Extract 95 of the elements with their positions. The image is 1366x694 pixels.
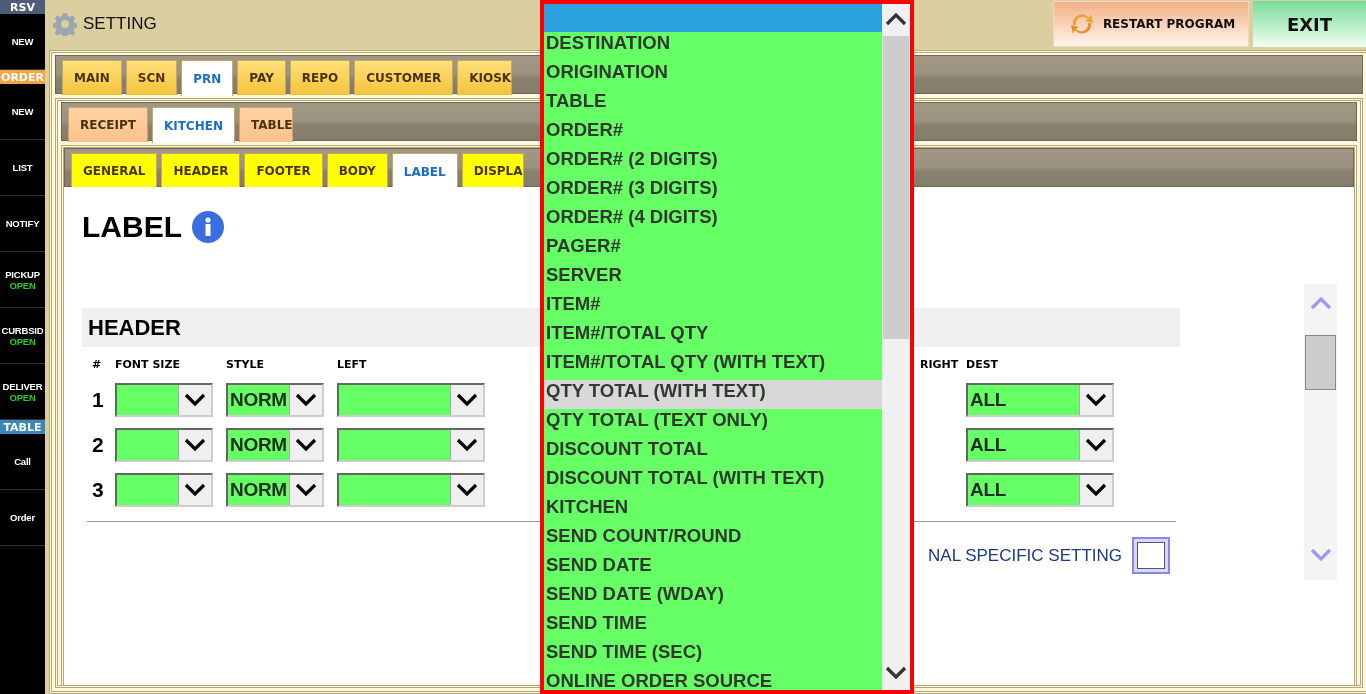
chevron-down-icon bbox=[295, 392, 317, 407]
row-number: 3 bbox=[92, 477, 105, 502]
column-header: # bbox=[92, 357, 102, 371]
tab[interactable]: KITCHEN bbox=[151, 107, 235, 143]
chevron-down-icon bbox=[184, 482, 206, 497]
restart-button[interactable]: RESTART PROGRAM bbox=[1053, 0, 1249, 47]
list-option[interactable]: DISCOUNT TOTAL (WITH TEXT) bbox=[544, 467, 882, 496]
tab[interactable]: MAIN bbox=[62, 60, 122, 95]
select-field[interactable]: ALL bbox=[966, 382, 1114, 417]
select-field[interactable] bbox=[115, 382, 213, 417]
chevron-up-icon bbox=[1309, 296, 1332, 310]
select-field[interactable] bbox=[337, 472, 485, 507]
select-field[interactable] bbox=[115, 427, 213, 462]
select-field[interactable] bbox=[115, 472, 213, 507]
tab[interactable]: SCN bbox=[125, 60, 178, 95]
row-number: 2 bbox=[92, 432, 105, 457]
list-option[interactable]: QTY TOTAL (WITH TEXT) bbox=[544, 380, 882, 409]
group-heading: HEADER bbox=[88, 314, 181, 341]
list-option[interactable]: SEND DATE (WDAY) bbox=[544, 583, 882, 612]
list-option[interactable]: SEND COUNT/ROUND bbox=[544, 525, 882, 554]
chevron-down-icon bbox=[1085, 437, 1107, 452]
scrollbar[interactable] bbox=[1304, 284, 1337, 580]
status-text: OPEN bbox=[9, 391, 36, 403]
sidebar-section-label: TABLE bbox=[0, 420, 45, 434]
chevron-down-icon bbox=[456, 437, 478, 452]
select-field[interactable] bbox=[337, 382, 485, 417]
section-title: LABEL bbox=[82, 210, 182, 244]
chevron-down-icon bbox=[184, 437, 206, 452]
chevron-down-icon bbox=[885, 666, 907, 680]
chevron-down-icon bbox=[295, 482, 317, 497]
column-header: LEFT bbox=[337, 357, 367, 371]
option-label: NAL SPECIFIC SETTING bbox=[928, 545, 1122, 566]
list-option[interactable]: ORDER# (2 DIGITS) bbox=[544, 148, 882, 177]
scroll-thumb[interactable] bbox=[1305, 335, 1336, 390]
select-field[interactable]: NORM bbox=[226, 427, 324, 462]
column-header: DEST bbox=[966, 357, 999, 371]
tab[interactable]: CUSTOMER bbox=[354, 60, 454, 95]
chevron-down-icon bbox=[1085, 482, 1107, 497]
chevron-down-icon bbox=[1309, 548, 1332, 562]
tab[interactable]: FOOTER bbox=[244, 153, 323, 188]
list-option[interactable]: ITEM# bbox=[544, 293, 882, 322]
select-field[interactable]: NORM bbox=[226, 382, 324, 417]
scrollbar[interactable] bbox=[882, 4, 910, 690]
tab[interactable]: PRN bbox=[181, 60, 234, 96]
page-title: SETTING bbox=[83, 14, 157, 34]
list-option[interactable]: KITCHEN bbox=[544, 496, 882, 525]
tab[interactable]: RECEIPT bbox=[68, 107, 148, 142]
list-option[interactable]: PAGER# bbox=[544, 235, 882, 264]
chevron-down-icon bbox=[456, 482, 478, 497]
column-header: STYLE bbox=[226, 357, 264, 371]
tab[interactable]: BODY bbox=[326, 153, 388, 188]
tab[interactable]: REPO bbox=[289, 60, 351, 95]
list-option[interactable]: SERVER bbox=[544, 264, 882, 293]
chevron-up-icon bbox=[885, 12, 907, 26]
list-option[interactable]: TABLE bbox=[544, 90, 882, 119]
list-option[interactable]: ORIGINATION bbox=[544, 61, 882, 90]
list-option[interactable]: SEND TIME (SEC) bbox=[544, 641, 882, 670]
select-field[interactable]: ALL bbox=[966, 472, 1114, 507]
chevron-down-icon bbox=[456, 392, 478, 407]
tab[interactable]: LABEL bbox=[391, 153, 458, 189]
sidebar-section-label: RSV bbox=[0, 0, 45, 14]
exit-button[interactable]: EXIT bbox=[1253, 1, 1366, 47]
select-field[interactable]: NORM bbox=[226, 472, 324, 507]
list-option[interactable]: DESTINATION bbox=[544, 32, 882, 61]
list-option[interactable]: ORDER# (3 DIGITS) bbox=[544, 177, 882, 206]
sidebar-section-label: ORDER bbox=[0, 70, 45, 84]
tab[interactable]: PAY bbox=[237, 60, 286, 95]
chevron-down-icon bbox=[184, 392, 206, 407]
chevron-down-icon bbox=[1085, 392, 1107, 407]
list-option[interactable]: ITEM#/TOTAL QTY bbox=[544, 322, 882, 351]
tab[interactable]: KIOSK bbox=[457, 60, 513, 95]
list-option[interactable]: ORDER# (4 DIGITS) bbox=[544, 206, 882, 235]
select-field[interactable] bbox=[337, 427, 485, 462]
chevron-down-icon bbox=[295, 437, 317, 452]
list-option[interactable]: ORDER# bbox=[544, 119, 882, 148]
status-text: OPEN bbox=[9, 335, 36, 347]
status-text: OPEN bbox=[9, 279, 36, 291]
tab[interactable]: TABLE bbox=[238, 107, 294, 142]
column-header: RIGHT bbox=[920, 357, 959, 371]
list-option[interactable]: ONLINE ORDER SOURCE bbox=[544, 670, 882, 690]
info-icon[interactable] bbox=[192, 211, 224, 243]
list-option[interactable]: SEND DATE bbox=[544, 554, 882, 583]
gear-icon bbox=[53, 12, 77, 36]
column-header: FONT SIZE bbox=[115, 357, 180, 371]
row-number: 1 bbox=[92, 387, 105, 412]
list-option[interactable]: SEND TIME bbox=[544, 612, 882, 641]
tab[interactable]: DISPLA bbox=[461, 153, 524, 188]
checkbox[interactable] bbox=[1132, 537, 1170, 574]
list-option[interactable]: ITEM#/TOTAL QTY (WITH TEXT) bbox=[544, 351, 882, 380]
scroll-thumb[interactable] bbox=[883, 36, 909, 339]
list-option[interactable]: QTY TOTAL (TEXT ONLY) bbox=[544, 409, 882, 438]
tab[interactable]: GENERAL bbox=[71, 153, 158, 188]
tab[interactable]: HEADER bbox=[161, 153, 241, 188]
select-field[interactable]: ALL bbox=[966, 427, 1114, 462]
list-option[interactable]: DISCOUNT TOTAL bbox=[544, 438, 882, 467]
